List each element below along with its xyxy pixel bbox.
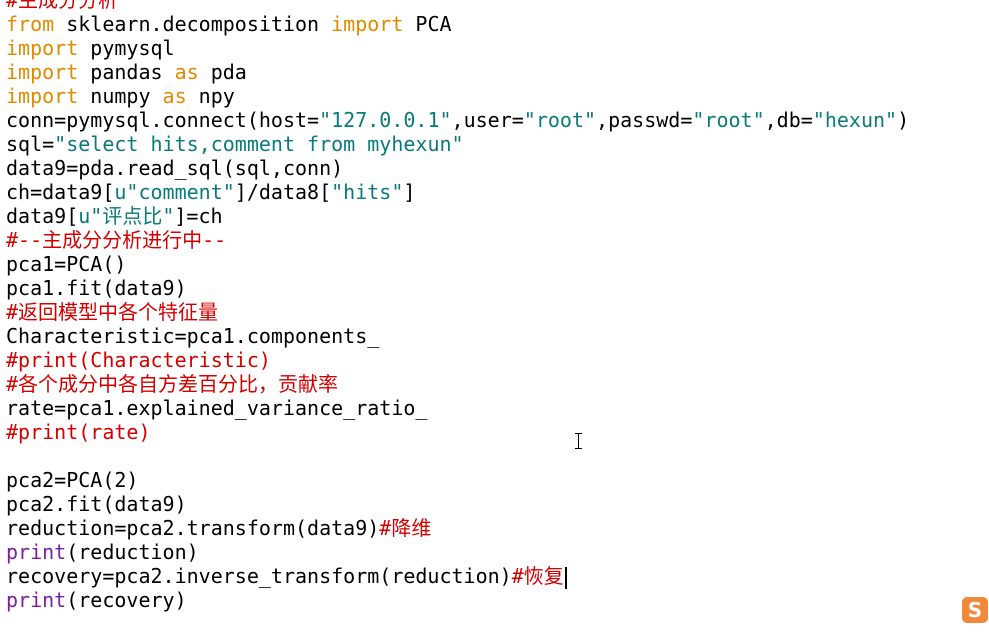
code-token: ) — [897, 108, 910, 132]
code-token: #print(Characteristic) — [6, 348, 271, 372]
code-token: #--主成分分析进行中-- — [6, 228, 227, 252]
code-token: import — [6, 84, 79, 108]
code-token: import — [331, 12, 404, 36]
code-token: data9=pda.read_sql(sql,conn) — [6, 156, 344, 180]
code-line[interactable]: import numpy as npy — [6, 84, 235, 108]
code-line[interactable]: ch=data9[u"comment"]/data8["hits"] — [6, 180, 415, 204]
code-line[interactable] — [6, 444, 18, 468]
code-line[interactable]: conn=pymysql.connect(host="127.0.0.1",us… — [6, 108, 909, 132]
code-line[interactable]: #返回模型中各个特征量 — [6, 300, 218, 324]
code-token: #恢复 — [511, 564, 564, 588]
code-token: reduction=pca2.transform(data9) — [6, 516, 380, 540]
text-caret — [564, 566, 567, 589]
code-line[interactable]: pca2.fit(data9) — [6, 492, 187, 516]
code-token: #print(rate) — [6, 420, 151, 444]
code-line[interactable]: sql="select hits,comment from myhexun" — [6, 132, 464, 156]
i-beam-cursor-icon — [575, 433, 582, 449]
code-token: as — [162, 84, 187, 108]
code-line[interactable]: import pandas as pda — [6, 60, 247, 84]
code-token: ch=data9[ — [6, 180, 115, 204]
code-line[interactable]: rate=pca1.explained_variance_ratio_ — [6, 396, 427, 420]
code-token: #主成分分析 — [6, 0, 119, 12]
code-token: ] — [403, 180, 416, 204]
code-line[interactable]: reduction=pca2.transform(data9)#降维 — [6, 516, 431, 540]
code-token: #降维 — [379, 516, 432, 540]
code-token: pca2.fit(data9) — [6, 492, 187, 516]
code-token: numpy — [78, 84, 163, 108]
code-token: ]/data8[ — [234, 180, 332, 204]
code-token: #返回模型中各个特征量 — [6, 300, 219, 324]
code-token: from — [6, 12, 55, 36]
code-token: "127.0.0.1" — [319, 108, 452, 132]
code-token: "select hits,comment from myhexun" — [54, 132, 464, 156]
code-token: PCA — [403, 12, 452, 36]
code-token: pandas — [78, 60, 175, 84]
code-line[interactable]: import pymysql — [6, 36, 175, 60]
code-token: #各个成分中各自方差百分比，贡献率 — [6, 372, 339, 396]
code-token: print — [6, 588, 67, 612]
code-line[interactable]: #print(Characteristic) — [6, 348, 271, 372]
code-token: rate=pca1.explained_variance_ratio_ — [6, 396, 428, 420]
code-token: data9[ — [6, 204, 79, 228]
code-token: "root" — [692, 108, 765, 132]
code-token: u"comment" — [114, 180, 235, 204]
code-token: "hits" — [331, 180, 404, 204]
code-token: ,user= — [451, 108, 524, 132]
code-token: pda — [198, 60, 247, 84]
sogou-ime-icon[interactable]: S — [962, 597, 988, 623]
code-token: u"评点比" — [78, 204, 175, 228]
code-token: Characteristic=pca1.components_ — [6, 324, 380, 348]
code-token: pca1=PCA() — [6, 252, 127, 276]
code-token: (recovery) — [66, 588, 187, 612]
code-line[interactable]: recovery=pca2.inverse_transform(reductio… — [6, 564, 567, 589]
code-line[interactable]: data9[u"评点比"]=ch — [6, 204, 223, 228]
code-token: ]=ch — [174, 204, 223, 228]
code-token: ,db= — [764, 108, 813, 132]
code-line[interactable]: #--主成分分析进行中-- — [6, 228, 226, 252]
code-token: sklearn.decomposition — [54, 12, 332, 36]
code-line[interactable]: #print(rate) — [6, 420, 151, 444]
code-line[interactable]: #各个成分中各自方差百分比，贡献率 — [6, 372, 338, 396]
code-token: npy — [186, 84, 235, 108]
code-line[interactable]: from sklearn.decomposition import PCA — [6, 12, 452, 36]
code-token: "root" — [523, 108, 597, 132]
code-editor[interactable]: #主成分分析 from sklearn.decomposition import … — [0, 0, 989, 637]
code-token: (reduction) — [66, 540, 199, 564]
code-token: as — [174, 60, 199, 84]
code-token: pymysql — [78, 36, 175, 60]
code-line[interactable]: #主成分分析 — [6, 0, 118, 12]
code-line[interactable]: print(recovery) — [6, 588, 187, 612]
code-line[interactable]: Characteristic=pca1.components_ — [6, 324, 379, 348]
code-token: sql= — [6, 132, 55, 156]
code-token: pca2=PCA(2) — [6, 468, 139, 492]
code-line[interactable]: data9=pda.read_sql(sql,conn) — [6, 156, 343, 180]
code-line[interactable]: pca2=PCA(2) — [6, 468, 138, 492]
code-token: ,passwd= — [596, 108, 693, 132]
code-line[interactable]: print(reduction) — [6, 540, 199, 564]
code-token: print — [6, 540, 67, 564]
code-token: recovery=pca2.inverse_transform(reductio… — [6, 564, 512, 588]
code-token: "hexun" — [812, 108, 898, 132]
code-token: pca1.fit(data9) — [6, 276, 187, 300]
code-token: conn=pymysql.connect(host= — [6, 108, 320, 132]
code-token: import — [6, 60, 79, 84]
code-line[interactable]: pca1.fit(data9) — [6, 276, 187, 300]
code-token: import — [6, 36, 79, 60]
code-line[interactable]: pca1=PCA() — [6, 252, 126, 276]
